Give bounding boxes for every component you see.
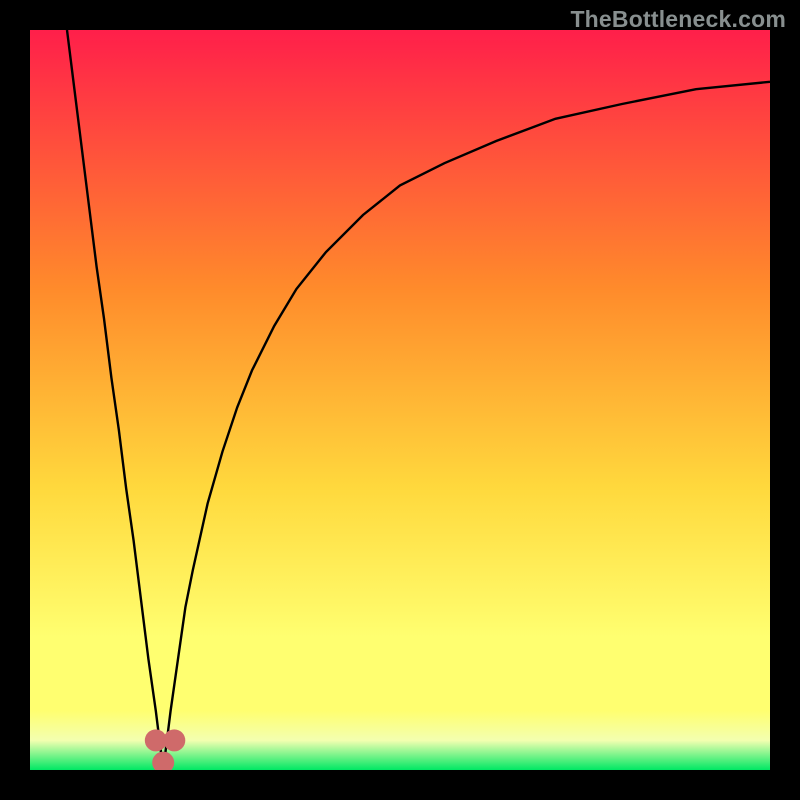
plot-area [30, 30, 770, 770]
marker-opt-right [163, 729, 185, 751]
chart-frame: TheBottleneck.com [0, 0, 800, 800]
bottleneck-chart [30, 30, 770, 770]
watermark-text: TheBottleneck.com [570, 6, 786, 33]
gradient-background [30, 30, 770, 770]
